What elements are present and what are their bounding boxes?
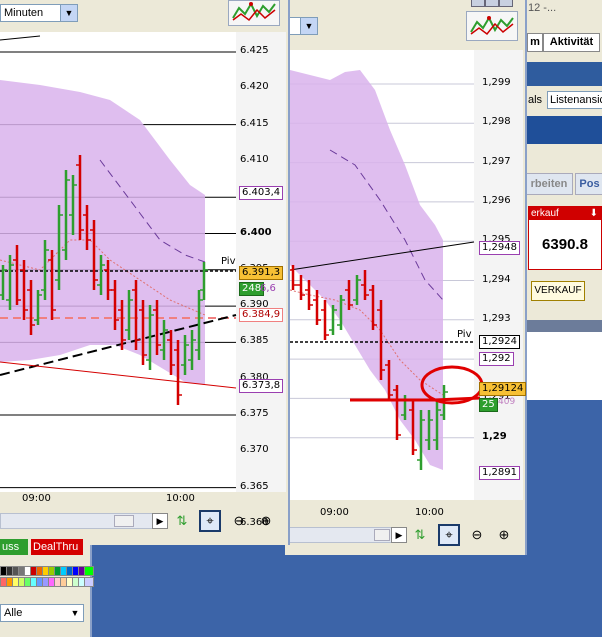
left-zoom-out-icon[interactable]: ⊖ [228, 510, 250, 532]
right-price-box-3: 1,292 [479, 352, 514, 366]
left-price-box-low: 6.373,8 [239, 379, 284, 393]
white-area [525, 332, 602, 400]
tab-pos[interactable]: Pos [575, 173, 602, 195]
right-y-tick-label: 1,293 [482, 312, 511, 324]
left-y-tick-label: 6.365 [240, 480, 269, 492]
background-app: 12 -... m Aktivität als Listenansic rbei… [525, 0, 602, 400]
tab-aktivitaet[interactable]: Aktivität [543, 33, 600, 52]
tab-arbeiten[interactable]: rbeiten [525, 173, 573, 195]
left-price-box-support: 6.384,9 [239, 308, 284, 322]
chevron-down-icon: ▼ [67, 605, 83, 621]
left-price-box-1: 6.403,4 [239, 186, 284, 200]
left-autoscale-icon[interactable]: ⌖ [199, 510, 221, 532]
color-swatch[interactable] [84, 577, 94, 587]
verkauf-panel: erkauf ⬇ 6390.8 [528, 206, 602, 270]
tab-m[interactable]: m [527, 33, 543, 52]
right-y-tick-label: 1,296 [482, 194, 511, 206]
scroll-thumb[interactable] [114, 515, 134, 527]
right-price-box-2: 1,2924 [479, 335, 520, 349]
left-y-tick-label: 6.400 [240, 226, 272, 238]
right-piv-label: Piv [457, 329, 472, 340]
right-scrollbar[interactable] [285, 527, 407, 543]
right-chart-window: ▼ 1,299 1,298 1,297 1,296 1,295 1,294 1,293 1,2… [285, 0, 527, 555]
right-y-tick-label: 1,298 [482, 116, 511, 128]
left-top-line [0, 35, 41, 41]
blue-bar [525, 116, 602, 144]
bottom-left-panel: uss DealThru Alle ▼ [0, 539, 94, 637]
right-y-tick-label: 1,294 [482, 273, 511, 285]
toolbar-strip [525, 62, 602, 86]
left-y-tick-label: 6.385 [240, 335, 269, 347]
dealthru-button[interactable]: DealThru [31, 539, 83, 555]
background-title: 12 -... [528, 2, 557, 14]
listenansicht-select[interactable]: Listenansic [547, 91, 602, 109]
right-y-tick-label: 1,29 [482, 430, 507, 442]
left-y-tick-label: 6.410 [240, 153, 269, 165]
left-y-tick-label: 6.415 [240, 117, 269, 129]
uss-button[interactable]: uss [0, 539, 28, 555]
panel-separator [525, 320, 602, 332]
right-y-tick-label: 1,299 [482, 77, 511, 88]
label-als: als [528, 94, 543, 106]
left-y-tick-label: 6.425 [240, 45, 269, 56]
filter-value: Alle [4, 607, 23, 619]
right-price-box-last: 1,29124 [479, 382, 527, 396]
verkauf-header: erkauf [531, 208, 559, 219]
left-price-box-last: 6.391,3 [239, 266, 284, 280]
left-zoom-in-icon[interactable]: ⊕ [255, 510, 277, 532]
left-y-tick-label: 6.375 [240, 408, 269, 419]
left-y-tick-label: 6.370 [240, 444, 269, 456]
right-autoscale-icon[interactable]: ⌖ [438, 524, 460, 546]
left-scroll-arrow-icon[interactable]: ▶ [152, 513, 168, 529]
left-small-box: 6,6 [260, 283, 276, 294]
left-x-tick-label: 10:00 [166, 493, 195, 504]
right-x-tick-label: 09:00 [320, 507, 349, 518]
color-palette [0, 566, 94, 588]
left-y-tick-label: 6.420 [240, 81, 269, 93]
right-price-box-1: 1,2948 [479, 241, 520, 255]
right-volume-box: 25 [479, 398, 498, 412]
verkauf-button[interactable]: VERKAUF [531, 281, 585, 301]
color-swatch[interactable] [84, 566, 94, 576]
right-candle-type-icon[interactable]: ⇅ [409, 524, 431, 546]
right-zoom-in-icon[interactable]: ⊕ [493, 524, 515, 546]
right-price-box-low: 1,2891 [479, 466, 520, 480]
left-chart-window: Minuten ▼ 6.4256.4206.4156.4106.4056.400… [0, 0, 290, 545]
left-piv-label: Piv [221, 256, 236, 267]
left-candle-type-icon[interactable]: ⇅ [171, 510, 193, 532]
arrow-down-icon[interactable]: ⬇ [590, 207, 598, 220]
filter-select[interactable]: Alle ▼ [0, 604, 84, 622]
scroll-thumb[interactable] [374, 529, 390, 541]
left-x-tick-label: 09:00 [22, 493, 51, 504]
right-zoom-out-icon[interactable]: ⊖ [466, 524, 488, 546]
right-x-tick-label: 10:00 [415, 507, 444, 518]
verkauf-price: 6390.8 [542, 236, 588, 253]
right-small-box: 409 [498, 397, 516, 407]
right-y-tick-label: 1,297 [482, 155, 511, 167]
left-scrollbar[interactable] [0, 513, 167, 529]
right-scroll-arrow-icon[interactable]: ▶ [391, 527, 407, 543]
left-bollinger-band [0, 80, 205, 385]
